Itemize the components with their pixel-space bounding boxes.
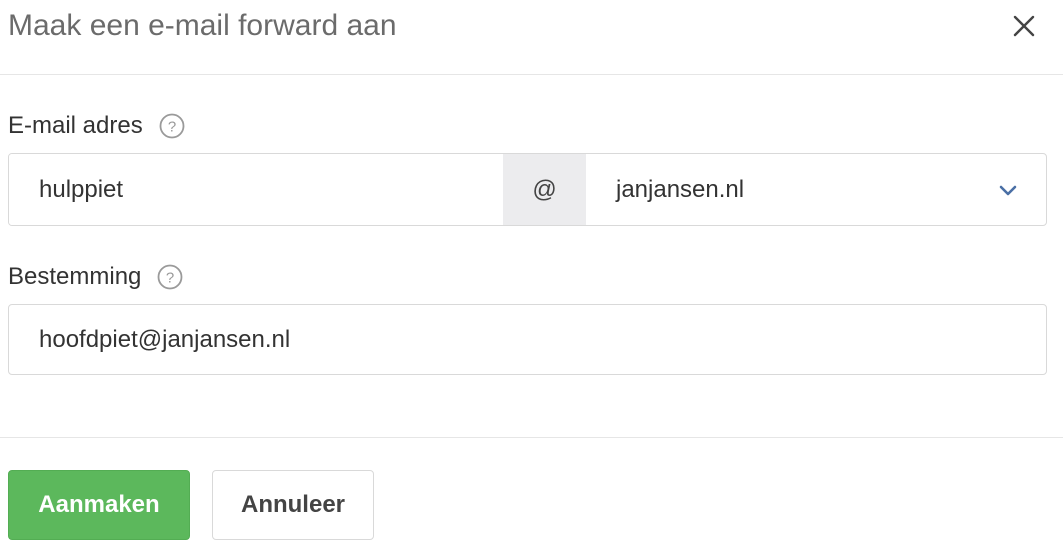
footer-divider	[0, 437, 1063, 438]
create-button[interactable]: Aanmaken	[8, 470, 190, 540]
cancel-button[interactable]: Annuleer	[212, 470, 374, 540]
at-symbol-addon: @	[503, 154, 586, 225]
destination-label: Bestemming	[8, 263, 142, 290]
close-icon	[1013, 15, 1035, 37]
email-input-group: @ janjansen.nl	[8, 153, 1047, 226]
chevron-down-icon	[999, 185, 1017, 196]
help-icon[interactable]: ?	[157, 264, 183, 290]
destination-input[interactable]	[8, 304, 1047, 375]
dialog-title: Maak een e-mail forward aan	[8, 9, 397, 42]
close-button[interactable]	[1010, 12, 1038, 40]
email-local-part-input[interactable]	[9, 154, 503, 225]
svg-text:?: ?	[166, 270, 174, 287]
email-label: E-mail adres	[8, 112, 143, 139]
destination-label-row: Bestemming ?	[8, 263, 183, 291]
help-icon[interactable]: ?	[159, 113, 185, 139]
email-label-row: E-mail adres ?	[8, 112, 185, 140]
domain-selected-value: janjansen.nl	[616, 175, 745, 203]
dialog-header: Maak een e-mail forward aan	[0, 0, 1063, 75]
create-forward-dialog: Maak een e-mail forward aan E-mail adres…	[0, 0, 1063, 555]
svg-text:?: ?	[168, 119, 176, 136]
domain-select[interactable]: janjansen.nl	[586, 154, 1046, 225]
